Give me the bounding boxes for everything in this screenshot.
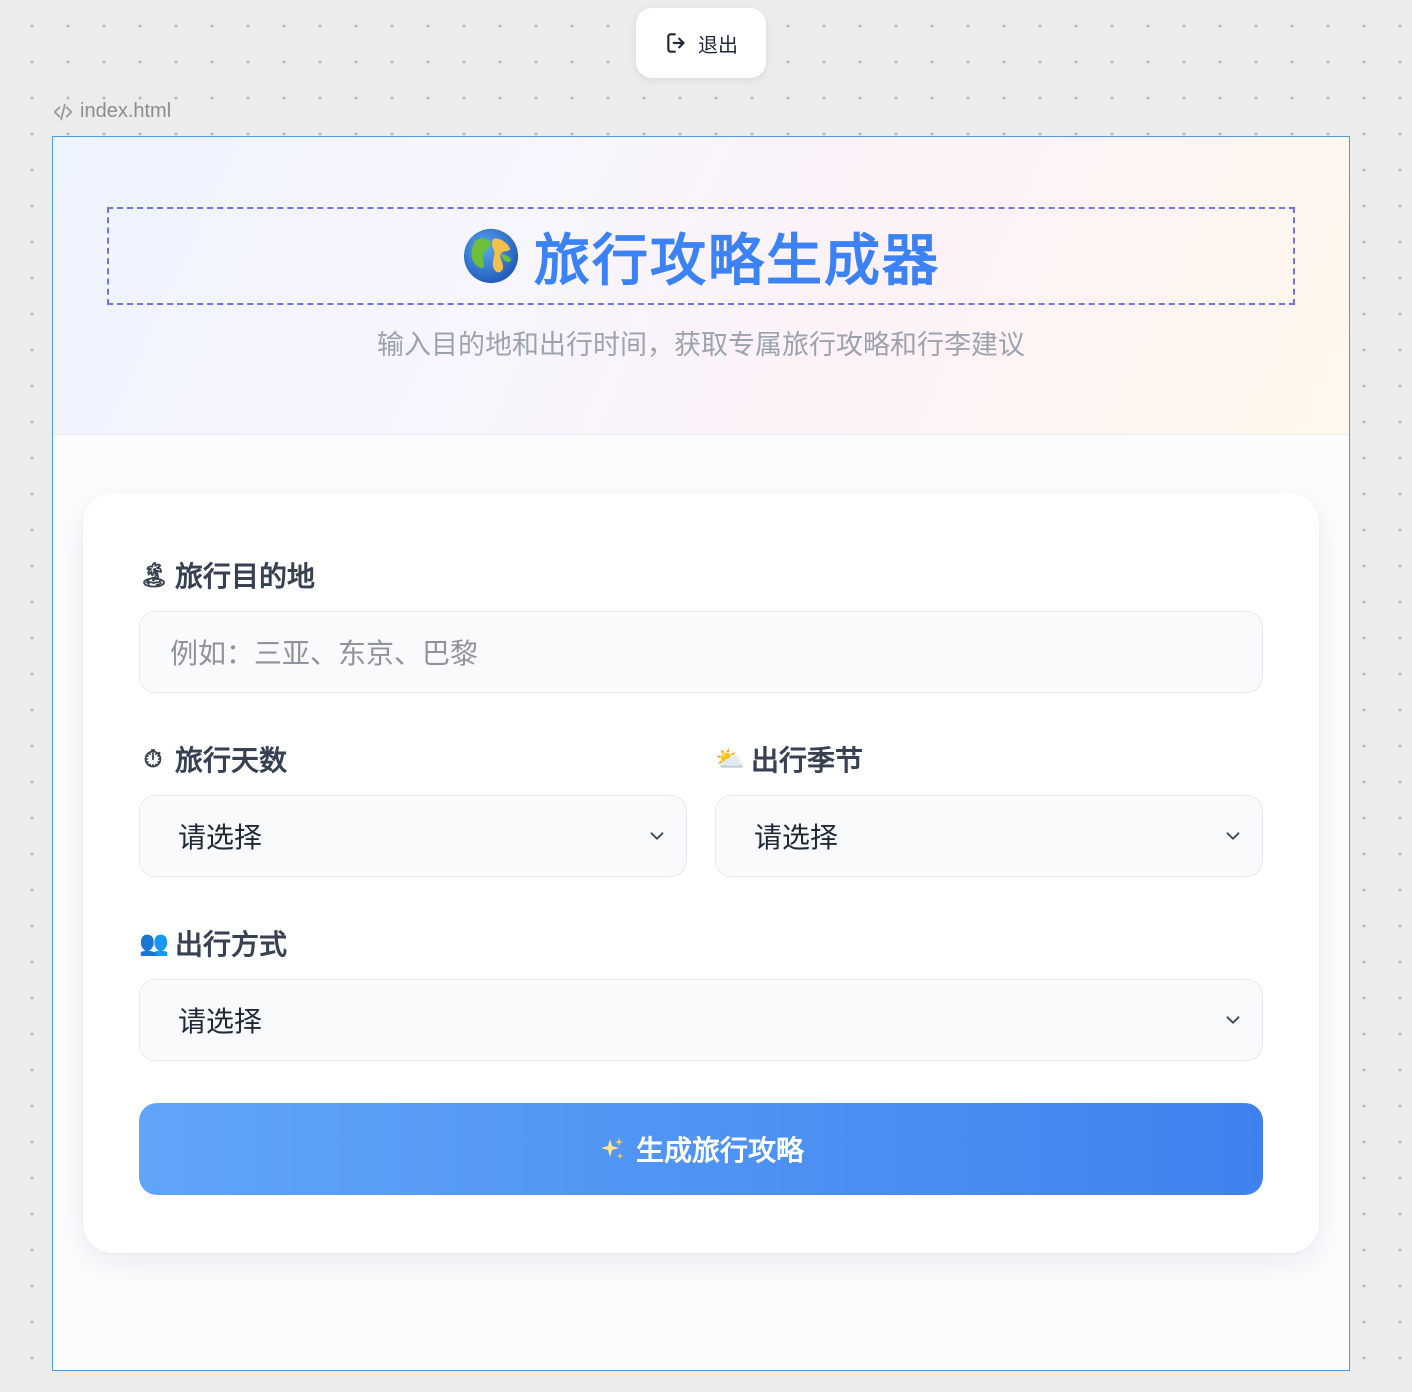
page-title: 旅行攻略生成器	[534, 228, 940, 292]
days-label: ⏱ 旅行天数	[139, 739, 287, 779]
people-icon: 👥	[139, 929, 169, 957]
days-select-value: 请选择	[178, 822, 263, 853]
form-card: 🏝 旅行目的地 例如：三亚、东京、巴黎 ⏱ 旅行天数 请选择 ⛅ 出行季节 请选…	[83, 493, 1319, 1253]
destination-input[interactable]: 例如：三亚、东京、巴黎	[139, 611, 1263, 693]
stopwatch-icon: ⏱	[143, 745, 163, 773]
season-label: ⛅ 出行季节	[715, 739, 863, 779]
season-label-text: 出行季节	[751, 745, 864, 776]
travel-mode-select[interactable]: 请选择	[139, 979, 1263, 1061]
days-select[interactable]: 请选择	[139, 795, 687, 877]
sun-cloud-icon: ⛅	[715, 745, 745, 773]
days-label-text: 旅行天数	[175, 745, 288, 776]
travel-mode-label: 👥 出行方式	[139, 923, 287, 963]
chevron-down-icon	[1226, 1016, 1240, 1024]
destination-label: 🏝 旅行目的地	[139, 555, 315, 595]
sparkles-icon	[600, 1138, 623, 1159]
file-tab[interactable]: index.html	[52, 100, 171, 123]
logout-button[interactable]: 退出	[636, 8, 766, 78]
generate-guide-label: 生成旅行攻略	[635, 1135, 804, 1166]
island-icon: 🏝	[139, 561, 170, 589]
file-name: index.html	[80, 100, 172, 122]
logout-label: 退出	[698, 34, 738, 57]
page-subtitle: 输入目的地和出行时间，获取专属旅行攻略和行李建议	[377, 330, 1025, 360]
title-selection-box[interactable]: 旅行攻略生成器	[107, 207, 1295, 305]
season-select-value: 请选择	[754, 822, 839, 853]
chevron-down-icon	[650, 832, 664, 840]
hero-header: 旅行攻略生成器 输入目的地和出行时间，获取专属旅行攻略和行李建议	[53, 137, 1349, 435]
travel-mode-label-text: 出行方式	[175, 929, 288, 960]
travel-mode-select-value: 请选择	[178, 1006, 263, 1037]
code-icon	[53, 103, 73, 120]
season-select[interactable]: 请选择	[715, 795, 1263, 877]
chevron-down-icon	[1226, 832, 1240, 840]
preview-frame: 旅行攻略生成器 输入目的地和出行时间，获取专属旅行攻略和行李建议 🏝 旅行目的地…	[52, 136, 1350, 1371]
destination-label-text: 旅行目的地	[175, 561, 316, 592]
generate-guide-button[interactable]: 生成旅行攻略	[139, 1103, 1263, 1195]
globe-icon	[463, 228, 519, 284]
logout-icon	[667, 33, 685, 53]
